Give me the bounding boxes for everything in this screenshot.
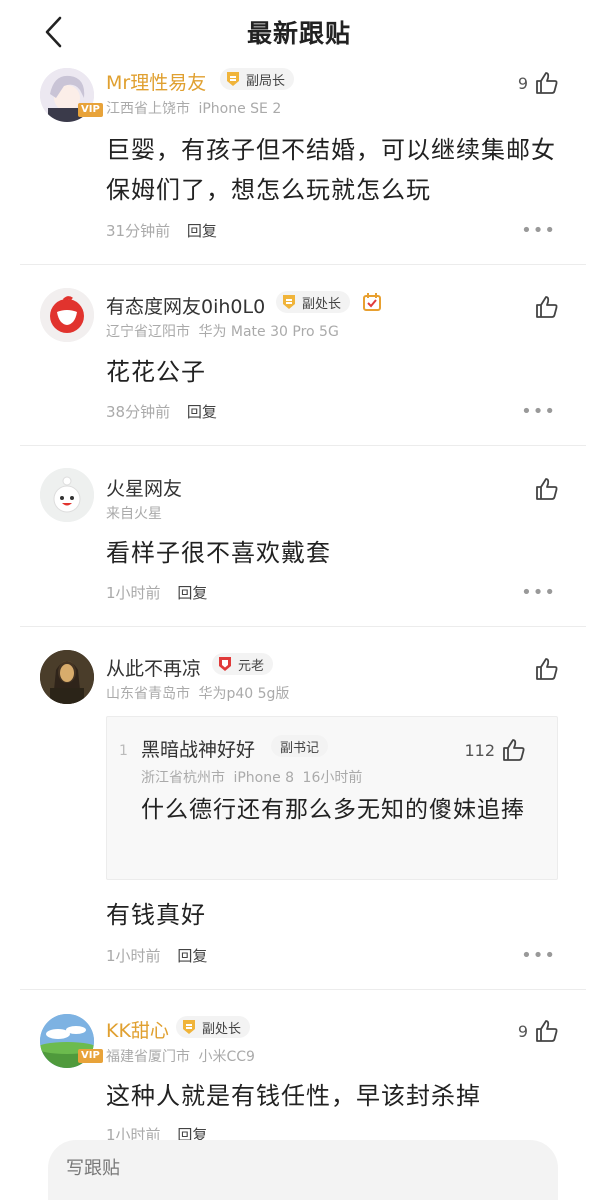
more-options-button[interactable]: ••• bbox=[521, 220, 556, 241]
reply-button[interactable]: 回复 bbox=[187, 403, 217, 421]
comment-input-placeholder: 写跟贴 bbox=[66, 1158, 120, 1179]
comment-text: 巨婴，有孩子但不结婚，可以继续集邮女保姆们了，想怎么玩就怎么玩 bbox=[106, 136, 556, 204]
avatar[interactable] bbox=[40, 650, 94, 704]
quoted-text: 什么德行还有那么多无知的傻妹追捧 bbox=[141, 797, 525, 823]
comment-location: 福建省厦门市 bbox=[106, 1049, 190, 1065]
quoted-time: 16小时前 bbox=[302, 770, 363, 786]
comment-location: 江西省上饶市 bbox=[106, 101, 190, 117]
comment-text: 看样子很不喜欢戴套 bbox=[106, 539, 331, 567]
rank-badge: 副处长 bbox=[276, 291, 351, 313]
comment-meta: 来自火星 bbox=[106, 503, 162, 523]
like-button[interactable]: 9 bbox=[518, 1018, 560, 1044]
more-options-button[interactable]: ••• bbox=[521, 401, 556, 422]
thumbs-up-icon bbox=[536, 1020, 558, 1042]
like-button[interactable]: 9 bbox=[518, 70, 560, 96]
comment-time: 1小时前 bbox=[106, 947, 161, 965]
reply-button[interactable]: 回复 bbox=[187, 222, 217, 240]
like-count: 9 bbox=[517, 1021, 528, 1041]
quoted-meta: 浙江省杭州市 iPhone 8 16小时前 bbox=[141, 767, 362, 787]
rank-badge-label: 副处长 bbox=[302, 296, 342, 312]
comment-username[interactable]: 有态度网友0ih0L0 bbox=[106, 292, 265, 319]
more-options-button[interactable]: ••• bbox=[521, 582, 556, 603]
red-shield-badge-icon bbox=[219, 657, 231, 671]
thumbs-up-icon bbox=[536, 296, 558, 318]
comment-location: 山东省青岛市 bbox=[106, 686, 190, 702]
rank-badge-label: 副处长 bbox=[202, 1021, 242, 1037]
comment-device: 华为p40 5g版 bbox=[198, 686, 290, 702]
comment-meta: 山东省青岛市 华为p40 5g版 bbox=[106, 683, 289, 703]
calendar-check-icon bbox=[363, 293, 381, 311]
vip-badge: VIP bbox=[78, 103, 103, 117]
comment-username[interactable]: KK甜心 bbox=[106, 1016, 169, 1043]
comment-meta: 辽宁省辽阳市 华为 Mate 30 Pro 5G bbox=[106, 321, 339, 341]
like-button[interactable] bbox=[528, 656, 560, 682]
comment-time-row: 31分钟前 回复 bbox=[106, 220, 217, 241]
like-button[interactable] bbox=[528, 294, 560, 320]
comment-username[interactable]: 从此不再凉 bbox=[106, 654, 201, 681]
rank-badge: 副局长 bbox=[220, 68, 295, 90]
thumbs-up-icon bbox=[536, 478, 558, 500]
quoted-device: iPhone 8 bbox=[233, 770, 295, 786]
rank-badge-label: 副书记 bbox=[280, 740, 320, 756]
comment-meta: 江西省上饶市 iPhone SE 2 bbox=[106, 98, 281, 118]
comment-time: 31分钟前 bbox=[106, 222, 171, 240]
comment-username[interactable]: Mr理性易友 bbox=[106, 68, 206, 95]
divider bbox=[20, 264, 586, 265]
rank-badge: 副处长 bbox=[176, 1016, 251, 1038]
martian-avatar-icon bbox=[40, 468, 94, 522]
divider bbox=[20, 445, 586, 446]
page-title: 最新跟贴 bbox=[246, 19, 351, 48]
thumbs-up-icon bbox=[536, 658, 558, 680]
comment-location: 来自火星 bbox=[106, 506, 162, 522]
rank-badge: 副书记 bbox=[271, 735, 329, 757]
comment-device: 华为 Mate 30 Pro 5G bbox=[198, 324, 339, 340]
quoted-location: 浙江省杭州市 bbox=[141, 770, 225, 786]
comment-input-bar[interactable]: 写跟贴 bbox=[48, 1140, 558, 1200]
quoted-like-button[interactable]: 112 bbox=[464, 737, 527, 763]
reply-button[interactable]: 回复 bbox=[177, 947, 207, 965]
like-button[interactable] bbox=[528, 476, 560, 502]
avatar[interactable] bbox=[40, 468, 94, 522]
divider bbox=[20, 989, 586, 990]
portrait-avatar-icon bbox=[40, 650, 94, 704]
rank-badge: 元老 bbox=[212, 653, 274, 675]
thumbs-up-icon bbox=[503, 739, 525, 761]
comment-time-row: 38分钟前 回复 bbox=[106, 401, 217, 422]
rank-badge-label: 副局长 bbox=[246, 73, 286, 89]
vip-badge: VIP bbox=[78, 1049, 103, 1063]
netease-logo-avatar-icon bbox=[40, 288, 94, 342]
comment-time-row: 1小时前 回复 bbox=[106, 582, 207, 603]
comment-device: 小米CC9 bbox=[198, 1049, 255, 1065]
comment-time: 38分钟前 bbox=[106, 403, 171, 421]
avatar[interactable] bbox=[40, 288, 94, 342]
floor-number: 1 bbox=[119, 743, 128, 759]
divider bbox=[20, 626, 586, 627]
top-nav-bar: 最新跟贴 bbox=[0, 0, 598, 64]
thumbs-up-icon bbox=[536, 72, 558, 94]
comment-text: 这种人就是有钱任性，早该封杀掉 bbox=[106, 1082, 481, 1110]
comment-device: iPhone SE 2 bbox=[198, 101, 282, 117]
comment-location: 辽宁省辽阳市 bbox=[106, 324, 190, 340]
shield-badge-icon bbox=[183, 1020, 195, 1034]
reply-button[interactable]: 回复 bbox=[177, 584, 207, 602]
more-options-button[interactable]: ••• bbox=[521, 945, 556, 966]
quoted-username[interactable]: 黑暗战神好好 bbox=[141, 735, 255, 762]
shield-badge-icon bbox=[283, 295, 295, 309]
comment-meta: 福建省厦门市 小米CC9 bbox=[106, 1046, 255, 1066]
like-count: 9 bbox=[517, 73, 528, 93]
comment-username[interactable]: 火星网友 bbox=[106, 474, 182, 501]
quoted-comment[interactable]: 1 黑暗战神好好 副书记 112 浙江省杭州市 iPhone 8 16小时前 什… bbox=[106, 716, 558, 880]
comment-time: 1小时前 bbox=[106, 584, 161, 602]
like-count: 112 bbox=[464, 740, 495, 760]
shield-badge-icon bbox=[227, 72, 239, 86]
comment-text: 花花公子 bbox=[106, 358, 206, 386]
rank-badge-label: 元老 bbox=[238, 658, 265, 674]
comment-text: 有钱真好 bbox=[106, 901, 206, 929]
comment-time-row: 1小时前 回复 bbox=[106, 945, 207, 966]
